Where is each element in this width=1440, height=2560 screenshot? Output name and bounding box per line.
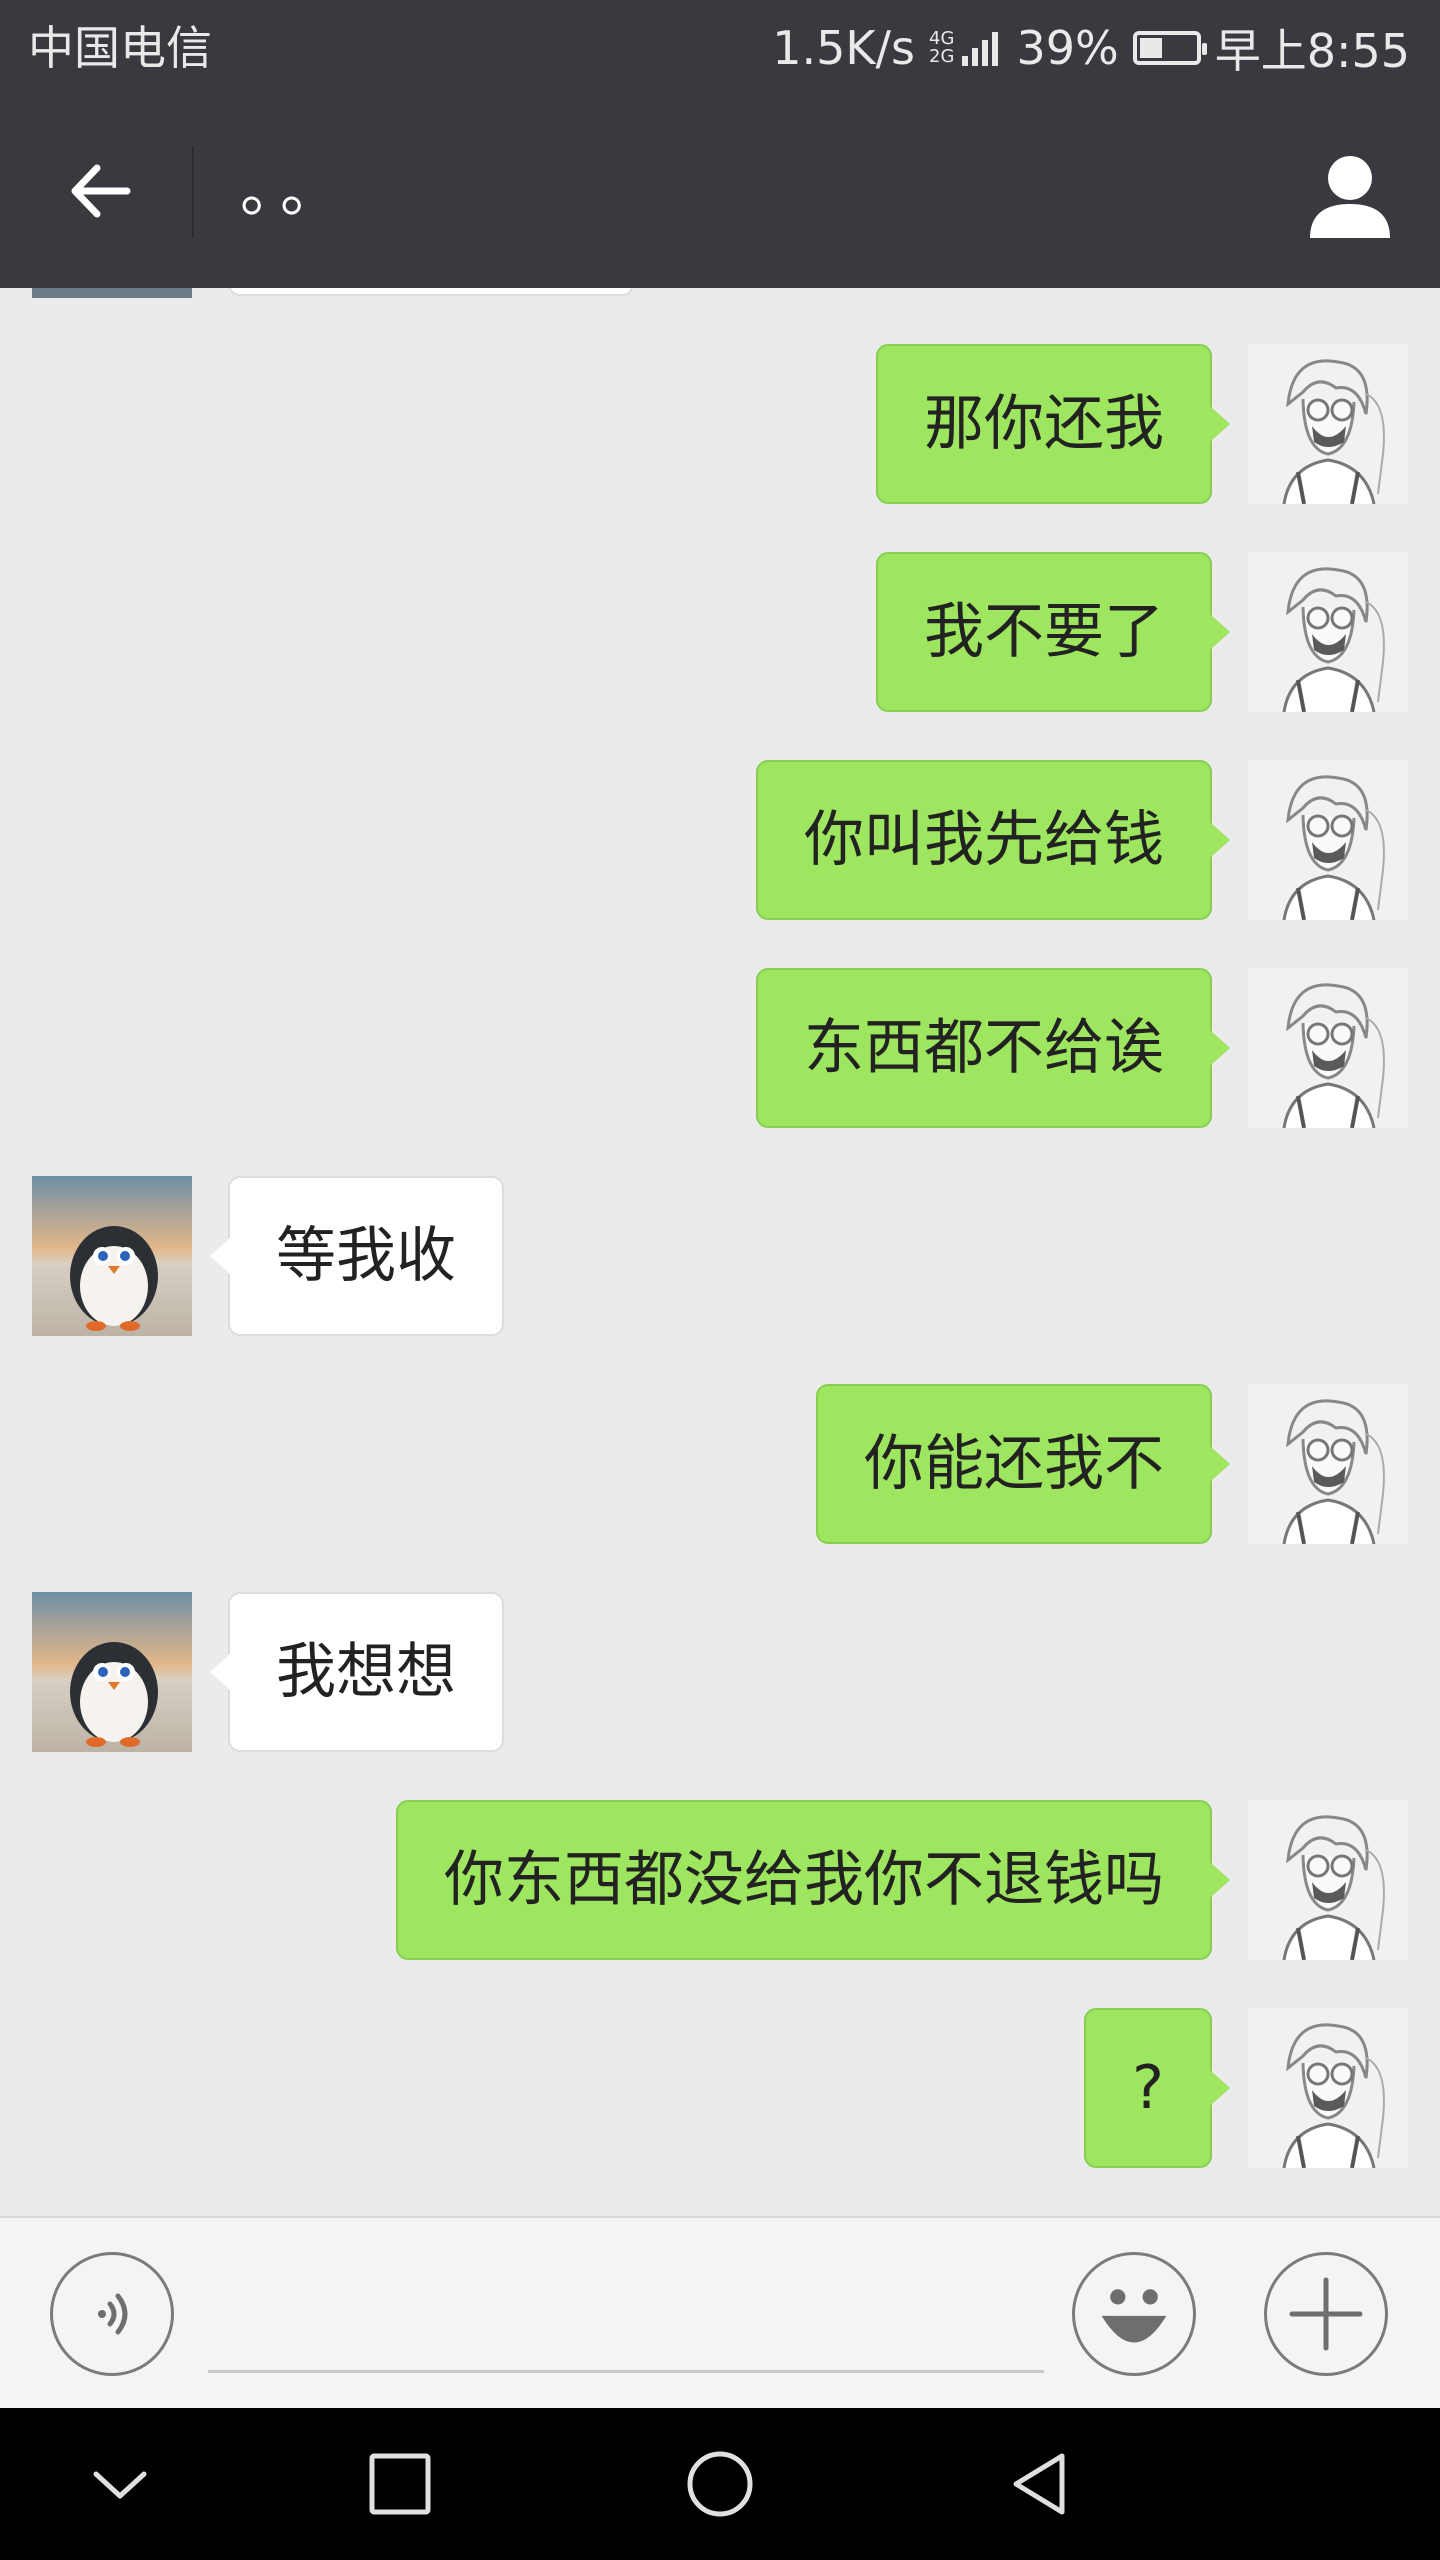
my-avatar[interactable] xyxy=(1248,1800,1408,1960)
carrier-label: 中国电信 xyxy=(28,21,212,75)
emoji-icon xyxy=(1101,2289,1167,2343)
contact-avatar[interactable] xyxy=(32,1592,192,1752)
emoji-button[interactable] xyxy=(1072,2252,1196,2376)
home-button[interactable] xyxy=(680,2444,760,2524)
my-avatar[interactable] xyxy=(1248,2008,1408,2168)
my-avatar[interactable] xyxy=(1248,760,1408,920)
recents-button[interactable] xyxy=(360,2444,440,2524)
network-tag-bottom: 2G xyxy=(929,46,955,67)
message-row: 等我收 xyxy=(0,1176,1440,1336)
sent-message-bubble[interactable]: 你能还我不 xyxy=(816,1384,1230,1544)
back-arrow-icon xyxy=(71,164,131,218)
my-avatar[interactable] xyxy=(1248,1384,1408,1544)
partial-avatar xyxy=(32,288,192,298)
voice-button[interactable] xyxy=(50,2252,174,2376)
circle-icon xyxy=(687,2451,753,2517)
system-back-button[interactable] xyxy=(1000,2444,1080,2524)
message-list[interactable]: 那你还我我不要了你叫我先给钱 东西都不给诶等我收你能还我不我想想你东西都没给我你不… xyxy=(0,288,1440,2216)
message-row: ? xyxy=(0,2008,1440,2168)
message-row: 你东西都没给我你不退钱吗 xyxy=(0,1800,1440,1960)
triangle-back-icon xyxy=(1013,2453,1065,2515)
back-button[interactable] xyxy=(40,136,160,246)
plus-button[interactable] xyxy=(1264,2252,1388,2376)
input-bar xyxy=(0,2216,1440,2408)
status-bar: 中国电信 1.5K/s 4G 2G 39% 早上8:55 xyxy=(0,0,1440,96)
my-avatar[interactable] xyxy=(1248,968,1408,1128)
sent-message-bubble[interactable]: 那你还我 xyxy=(876,344,1230,504)
sent-message-bubble[interactable]: 你叫我先给钱 xyxy=(756,760,1230,920)
message-row: 那你还我 xyxy=(0,344,1440,504)
signal-icon: 4G 2G xyxy=(929,30,999,67)
clock: 早上8:55 xyxy=(1214,24,1410,78)
sent-message-bubble[interactable]: ? xyxy=(1084,2008,1230,2168)
message-row: 东西都不给诶 xyxy=(0,968,1440,1128)
message-row: 你叫我先给钱 xyxy=(0,760,1440,920)
message-row: 我不要了 xyxy=(0,552,1440,712)
chat-header: 。。 xyxy=(0,96,1440,288)
sent-message-bubble[interactable]: 我不要了 xyxy=(876,552,1230,712)
battery-percent: 39% xyxy=(1016,21,1119,75)
chevron-down-icon xyxy=(93,2471,147,2499)
voice-icon xyxy=(98,2293,128,2335)
system-navigation-bar xyxy=(0,2408,1440,2560)
plus-icon xyxy=(1289,2277,1363,2351)
received-message-bubble[interactable]: 我想想 xyxy=(210,1592,504,1752)
message-row: 你能还我不 xyxy=(0,1384,1440,1544)
chat-title: 。。 xyxy=(240,156,350,226)
sent-message-bubble[interactable]: 东西都不给诶 xyxy=(756,968,1230,1128)
my-avatar[interactable] xyxy=(1248,344,1408,504)
contact-avatar[interactable] xyxy=(32,1176,192,1336)
network-speed: 1.5K/s xyxy=(772,21,916,75)
message-input[interactable] xyxy=(208,2268,1044,2373)
square-icon xyxy=(369,2453,431,2515)
hide-nav-button[interactable] xyxy=(80,2444,160,2524)
battery-icon xyxy=(1132,31,1207,65)
partial-bubble xyxy=(228,288,634,296)
received-message-bubble[interactable]: 等我收 xyxy=(210,1176,504,1336)
message-row: 我想想 xyxy=(0,1592,1440,1752)
sent-message-bubble[interactable]: 你东西都没给我你不退钱吗 xyxy=(396,1800,1230,1960)
my-avatar[interactable] xyxy=(1248,552,1408,712)
profile-button[interactable] xyxy=(1300,146,1400,246)
person-icon xyxy=(1310,156,1390,238)
status-right: 1.5K/s 4G 2G 39% 早上8:55 xyxy=(772,18,1410,78)
header-divider xyxy=(192,146,194,238)
